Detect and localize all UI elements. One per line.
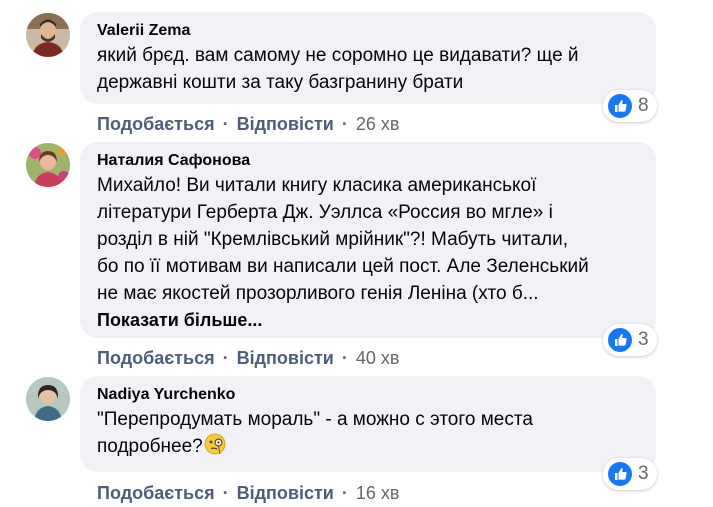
comment-actions: Подобається · Відповісти · 40 хв [97,346,399,370]
comment-text-line: не має якостей прозорливого генія Леніна… [97,283,539,304]
comment-bubble: Valerii Zema який брєд. вам самому не со… [80,12,656,104]
truncated-action-row: · · · · [212,0,274,5]
like-button[interactable]: Подобається [97,114,215,135]
avatar[interactable] [26,143,70,187]
comment-actions: Подобається · Відповісти · 16 хв [97,481,399,505]
comment-text-line: бо по її мотивам ви написали цей пост. А… [97,256,589,277]
comment-author[interactable]: Valerii Zema [97,20,640,42]
reaction-count: 3 [638,463,649,484]
comment-text: "Перепродумать мораль" - а можно с этого… [97,406,640,460]
avatar[interactable] [26,377,70,421]
reaction-count: 3 [638,329,649,350]
separator-dot: · [222,347,229,368]
comment-text-line: літератури Герберта Дж. Уэллса «Россия в… [97,202,553,223]
comment-actions: Подобається · Відповісти · 26 хв [97,112,399,136]
comment-author[interactable]: Наталия Сафонова [97,150,640,172]
reply-button[interactable]: Відповісти [237,483,334,504]
reply-button[interactable]: Відповісти [237,114,334,135]
comment-text-line: подробнее? [97,433,640,460]
separator-dot: · [341,482,348,503]
see-more-link[interactable]: Показати більше... [97,307,640,334]
comment-timestamp[interactable]: 40 хв [356,348,400,369]
comment-text-line: розділ в ній "Кремлівський мрійник"?! Ма… [97,229,569,250]
reaction-summary[interactable]: 8 [603,90,657,122]
comment-author[interactable]: Nadiya Yurchenko [97,384,640,406]
comment-timestamp[interactable]: 26 хв [356,114,400,135]
like-thumb-icon [608,462,632,486]
comment-bubble: Наталия Сафонова Михайло! Ви читали книг… [80,142,656,338]
comment-bubble: Nadiya Yurchenko "Перепродумать мораль" … [80,376,656,472]
comment-text-line: "Перепродумать мораль" - а можно с этого… [97,409,533,430]
reaction-summary[interactable]: 3 [603,458,657,490]
comment-text-line: Михайло! Ви читали книгу класика америка… [97,175,537,196]
face-with-monocle-icon [204,433,226,455]
reaction-count: 8 [638,95,649,116]
avatar[interactable] [26,13,70,57]
like-thumb-icon [608,94,632,118]
reaction-summary[interactable]: 3 [603,324,657,356]
comment-timestamp[interactable]: 16 хв [356,483,400,504]
comment-text: який брєд. вам самому не соромно це вида… [97,42,640,96]
comment-text-line: державні кошти за таку базгранину брати [97,72,464,93]
separator-dot: · [341,113,348,134]
separator-dot: · [222,482,229,503]
comment-text: Михайло! Ви читали книгу класика америка… [97,172,640,307]
comment-text-fragment: подробнее? [97,436,203,457]
separator-dot: · [341,347,348,368]
reply-button[interactable]: Відповісти [237,348,334,369]
like-thumb-icon [608,328,632,352]
like-button[interactable]: Подобається [97,483,215,504]
separator-dot: · [222,113,229,134]
like-button[interactable]: Подобається [97,348,215,369]
comment-text-line: який брєд. вам самому не соромно це вида… [97,45,579,66]
